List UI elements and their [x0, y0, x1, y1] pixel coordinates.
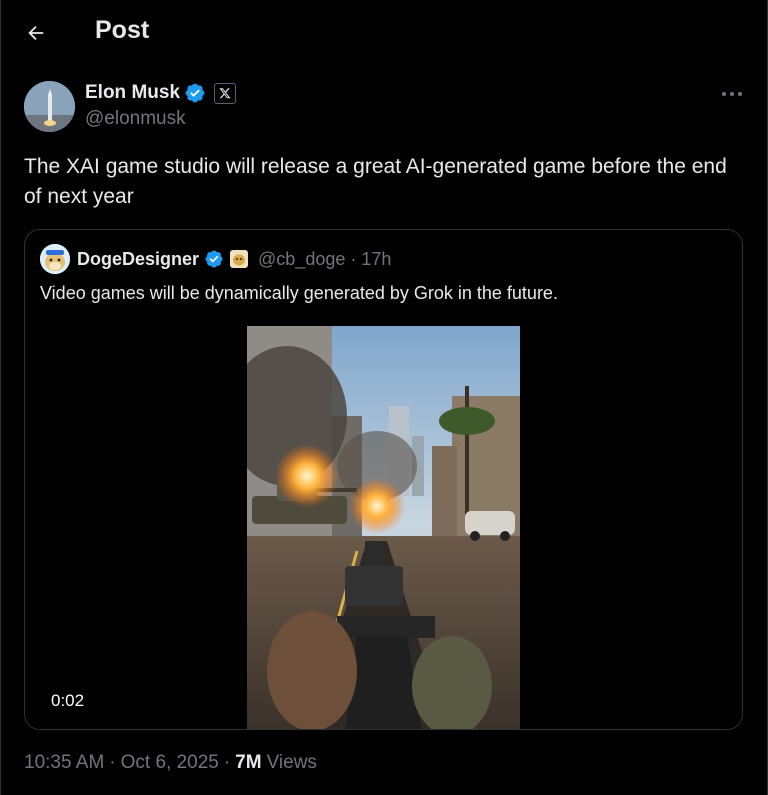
- video-timestamp: 0:02: [43, 689, 93, 713]
- separator-dot: ·: [350, 248, 357, 269]
- rocket-launch-image: [24, 81, 75, 132]
- video-thumbnail: [247, 326, 520, 729]
- verified-badge-icon: [205, 250, 223, 268]
- post-date[interactable]: Oct 6, 2025: [121, 752, 219, 774]
- page-header: Post: [1, 0, 767, 64]
- quoted-author-avatar[interactable]: [40, 244, 70, 274]
- video-frame: [247, 326, 520, 729]
- quoted-author-name[interactable]: DogeDesigner: [77, 249, 199, 270]
- tweet-text: The XAI game studio will release a great…: [24, 155, 727, 208]
- views-count: 7M: [235, 752, 262, 773]
- more-horizontal-icon: [722, 92, 742, 96]
- doge-affiliate-icon: [230, 250, 249, 268]
- post-time[interactable]: 10:35 AM: [24, 752, 104, 774]
- views-label: Views: [266, 752, 317, 773]
- quoted-post-text: Video games will be dynamically generate…: [40, 283, 558, 303]
- quoted-post-header: DogeDesigner @cb_doge · 17h: [40, 244, 391, 274]
- more-options-button[interactable]: [715, 80, 749, 108]
- author-name[interactable]: Elon Musk: [85, 82, 180, 104]
- doge-avatar-image: [40, 244, 70, 274]
- quoted-author-handle[interactable]: @cb_doge: [258, 249, 345, 270]
- author-avatar[interactable]: [24, 81, 75, 132]
- back-button[interactable]: [17, 14, 55, 52]
- post-meta: 10:35 AM · Oct 6, 2025 · 7M Views: [24, 752, 317, 774]
- x-logo-icon: [214, 82, 237, 104]
- page-title: Post: [95, 16, 150, 44]
- post-page: Post Elon Musk @elonmusk The XAI game st…: [0, 0, 768, 795]
- separator-dot: ·: [223, 752, 231, 773]
- quoted-post-time[interactable]: 17h: [361, 249, 391, 270]
- verified-badge-icon: [185, 83, 205, 103]
- arrow-left-icon: [28, 25, 44, 41]
- author-name-row: Elon Musk: [85, 82, 237, 104]
- separator-dot: ·: [109, 752, 116, 773]
- video-player[interactable]: 0:02: [25, 326, 742, 729]
- author-handle[interactable]: @elonmusk: [85, 108, 186, 130]
- quoted-post-card[interactable]: DogeDesigner @cb_doge · 17h Video games …: [24, 229, 743, 730]
